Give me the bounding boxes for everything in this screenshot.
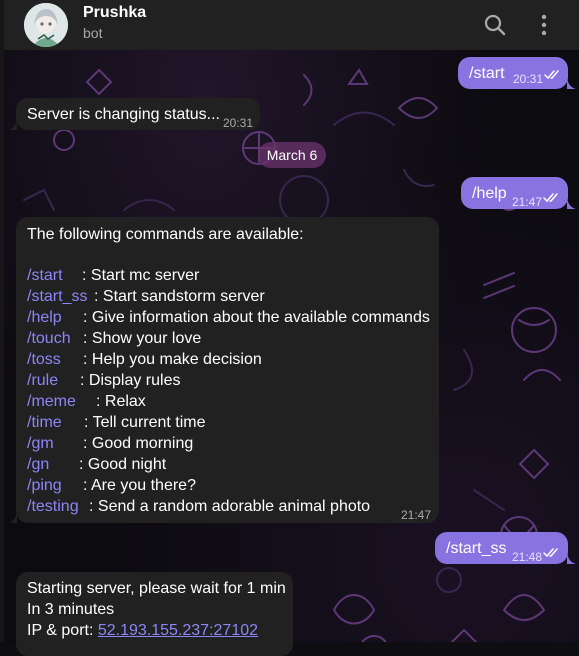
command-link[interactable]: /touch [27,330,71,347]
avatar[interactable] [24,3,68,47]
command-row: /gm : Good morning [27,433,193,454]
command-description: : Display rules [80,372,181,389]
command-link[interactable]: /toss [27,351,61,368]
command-description: : Start sandstorm server [94,288,265,305]
double-check-icon [543,193,558,203]
command-row: /start_ss : Start sandstorm server [27,286,265,307]
message-heading: The following commands are available: [27,226,304,243]
double-check-icon [544,70,559,80]
message-text: /help [472,185,507,202]
message-text: /start [469,65,505,82]
command-link[interactable]: /time [27,414,62,431]
command-link[interactable]: /start_ss [27,288,87,305]
command-row: /ping : Are you there? [27,475,196,496]
command-description: : Good night [79,456,167,473]
command-link[interactable]: /ping [27,477,62,494]
message-time: 20:31 [513,72,544,86]
command-description: : Send a random adorable animal photo [89,498,371,515]
command-row: /testing : Send a random adorable animal… [27,496,370,517]
search-icon[interactable] [482,12,508,38]
message-outgoing[interactable]: /help 21:47 [461,177,576,209]
message-time: 21:47 [512,195,543,209]
message-text: In 3 minutes [27,601,115,618]
command-link[interactable]: /rule [27,372,58,389]
command-link[interactable]: /help [27,309,62,326]
command-row: /rule : Display rules [27,370,180,391]
command-description: : Are you there? [83,477,196,494]
command-link[interactable]: /gn [27,456,49,473]
command-description: : Give information about the available c… [83,309,430,326]
command-link[interactable]: /meme [27,393,76,410]
message-text: /start_ss [446,540,507,557]
bubble-tail [567,77,576,89]
message-time: 21:48 [512,550,543,564]
command-description: : Good morning [83,435,194,452]
message-incoming[interactable]: The following commands are available: /s… [8,217,439,523]
double-check-icon [543,548,558,558]
message-time: 20:31 [223,116,254,130]
command-row: /meme : Relax [27,391,146,412]
message-text: IP & port: 52.193.155.237:27102 [27,620,258,641]
command-row: /touch : Show your love [27,328,201,349]
chat-header: Prushka bot [4,0,579,50]
bubble-tail [8,511,17,523]
chat-subtitle: bot [83,25,103,41]
command-row: /start : Start mc server [27,265,199,286]
command-link[interactable]: /start [27,267,63,284]
date-separator: March 6 [258,142,326,168]
command-description: : Tell current time [84,414,206,431]
avatar-image [24,3,68,47]
message-outgoing[interactable]: /start 20:31 [458,57,576,89]
command-description: : Show your love [83,330,202,347]
bubble-tail [567,197,576,209]
bubble-tail [567,552,576,564]
message-text: Server is changing status... [27,106,220,123]
command-row: /gn : Good night [27,454,166,475]
command-link[interactable]: /gm [27,435,54,452]
message-time: 21:47 [401,508,432,522]
message-outgoing[interactable]: /start_ss 21:48 [435,532,576,564]
message-incoming[interactable]: Server is changing status... 20:31 [8,98,260,130]
command-description: : Relax [96,393,146,410]
command-row: /time : Tell current time [27,412,206,433]
command-row: /help : Give information about the avail… [27,307,430,328]
command-description: : Help you make decision [83,351,262,368]
bubble-tail [8,118,17,130]
ip-port-label: IP & port: [27,622,98,639]
command-description: : Start mc server [82,267,200,284]
ip-port-link[interactable]: 52.193.155.237:27102 [98,622,258,639]
command-link[interactable]: /testing [27,498,79,515]
message-text: Starting server, please wait for 1 min [27,580,286,597]
chat-title: Prushka [83,4,147,21]
message-incoming[interactable]: Starting server, please wait for 1 min I… [16,572,293,656]
more-vertical-icon[interactable] [531,12,557,38]
command-row: /toss : Help you make decision [27,349,262,370]
